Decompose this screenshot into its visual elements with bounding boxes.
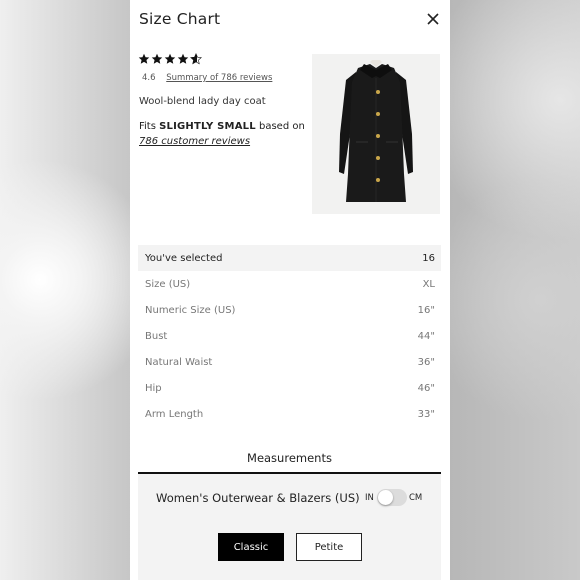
size-category-label: Women's Outerwear & Blazers (US)	[156, 491, 360, 505]
reviews-summary-link[interactable]: Summary of 786 reviews	[166, 73, 272, 83]
size-row: Arm Length 33"	[138, 401, 441, 427]
size-row-value: 16	[422, 252, 435, 264]
rating-summary: 4.6 Summary of 786 reviews	[142, 73, 272, 83]
size-row: Hip 46"	[138, 375, 441, 401]
size-row: Size (US) XL	[138, 271, 441, 297]
size-row-value: 16"	[417, 304, 435, 316]
size-table: You've selected 16 Size (US) XL Numeric …	[138, 245, 441, 427]
size-row-selected: You've selected 16	[138, 245, 441, 271]
modal-title: Size Chart	[139, 10, 221, 28]
petite-fit-button[interactable]: Petite	[296, 533, 362, 561]
size-row-value: 36"	[417, 356, 435, 368]
size-row-label: Size (US)	[145, 278, 191, 290]
fit-value: SLIGHTLY SMALL	[159, 121, 256, 132]
product-image	[312, 54, 440, 214]
measurements-panel: Women's Outerwear & Blazers (US) IN CM C…	[138, 474, 441, 580]
star-half-icon	[190, 53, 202, 65]
size-row: Natural Waist 36"	[138, 349, 441, 375]
fit-summary: Fits SLIGHTLY SMALL based on	[139, 121, 305, 132]
size-row-value: XL	[422, 278, 435, 290]
tab-measurements[interactable]: Measurements	[138, 448, 441, 474]
size-row-value: 44"	[417, 330, 435, 342]
close-button[interactable]	[422, 8, 444, 30]
size-row-label: Numeric Size (US)	[145, 304, 236, 316]
size-chart-modal: Size Chart 4.6 Summary of 786 reviews Wo…	[130, 0, 450, 580]
coat-image-icon	[339, 60, 413, 202]
size-row-label: Natural Waist	[145, 356, 213, 368]
size-row-label: Arm Length	[145, 408, 204, 420]
unit-cm-label: CM	[409, 493, 423, 503]
fit-prefix: Fits	[139, 121, 156, 132]
size-row-value: 46"	[417, 382, 435, 394]
star-icon	[138, 53, 150, 64]
size-row: Bust 44"	[138, 323, 441, 349]
unit-in-label: IN	[365, 493, 374, 503]
customer-reviews-link[interactable]: 786 customer reviews	[139, 136, 250, 147]
toggle-knob	[378, 490, 393, 505]
star-icon	[164, 53, 176, 64]
size-row: Numeric Size (US) 16"	[138, 297, 441, 323]
rating-value: 4.6	[142, 73, 156, 83]
size-row-label: You've selected	[145, 252, 223, 264]
unit-toggle[interactable]	[377, 489, 407, 506]
tab-measurements-label: Measurements	[247, 451, 332, 465]
size-row-label: Hip	[145, 382, 162, 394]
classic-fit-button[interactable]: Classic	[218, 533, 284, 561]
product-name: Wool-blend lady day coat	[139, 96, 266, 107]
rating-stars	[138, 53, 202, 65]
star-icon	[177, 53, 189, 64]
fit-suffix: based on	[258, 121, 305, 132]
star-icon	[151, 53, 163, 64]
size-row-value: 33"	[417, 408, 435, 420]
close-icon	[427, 13, 439, 25]
size-row-label: Bust	[145, 330, 168, 342]
